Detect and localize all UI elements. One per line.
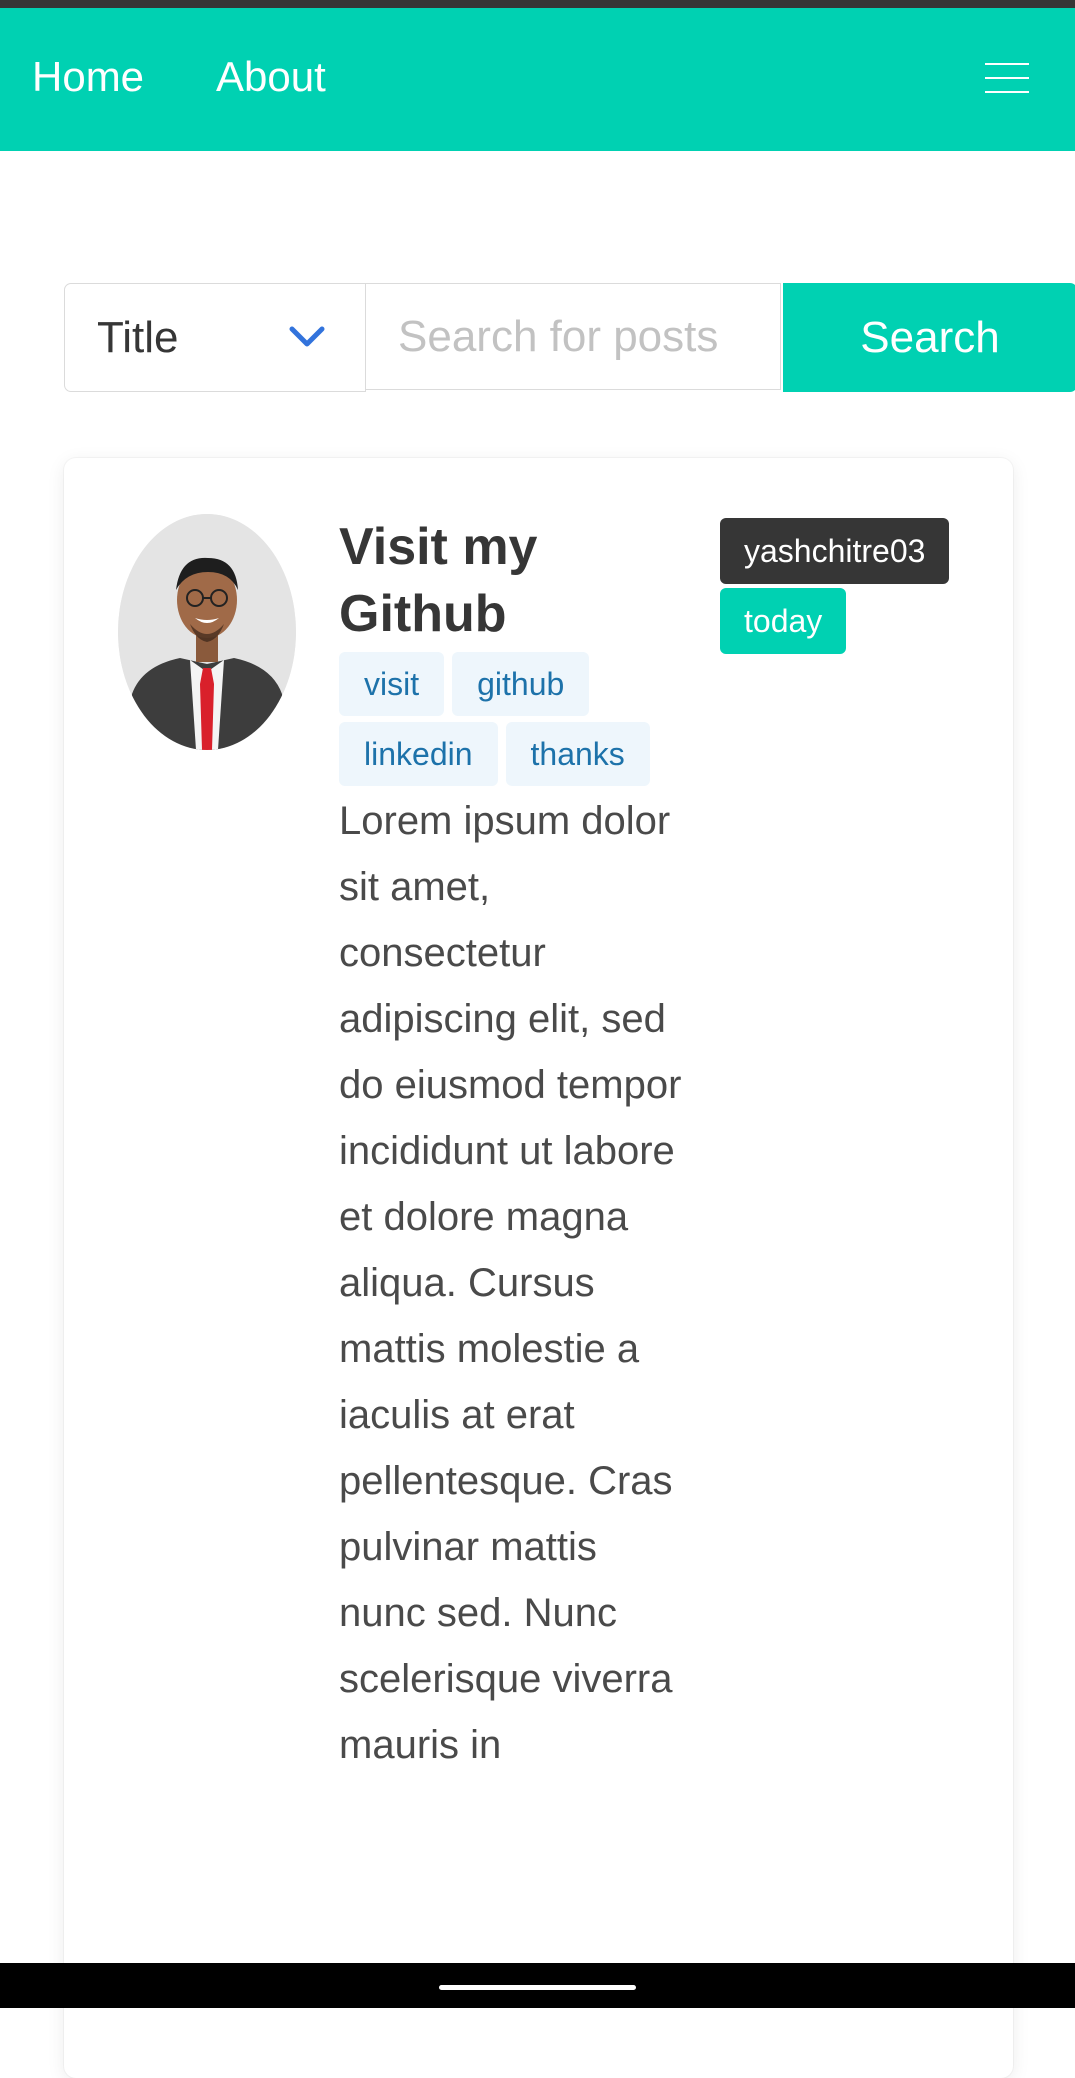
nav-about-link[interactable]: About xyxy=(216,56,326,98)
search-field-select-value: Title xyxy=(97,313,179,362)
author-photo xyxy=(118,514,296,750)
system-navigation-bar xyxy=(0,1963,1075,2008)
navbar: Home About xyxy=(0,8,1075,151)
date-badge: today xyxy=(720,588,847,654)
post-body: Lorem ipsum dolor sit amet, consectetur … xyxy=(339,799,682,1767)
tag-visit[interactable]: visit xyxy=(339,652,445,716)
post-tags: visit github linkedin thanks xyxy=(339,652,679,792)
author-avatar xyxy=(118,514,296,750)
nav-home-link[interactable]: Home xyxy=(32,56,144,98)
tag-github[interactable]: github xyxy=(452,652,590,716)
tag-linkedin[interactable]: linkedin xyxy=(339,722,498,786)
search-bar: Title Search xyxy=(64,283,1075,392)
chevron-down-icon xyxy=(289,326,325,347)
author-badge: yashchitre03 xyxy=(720,518,950,584)
status-bar xyxy=(0,0,1075,8)
home-indicator[interactable] xyxy=(439,1985,636,1990)
post-title[interactable]: Visit my Github xyxy=(339,514,669,648)
tag-thanks[interactable]: thanks xyxy=(505,722,650,786)
search-button[interactable]: Search xyxy=(783,283,1075,392)
hamburger-menu-icon[interactable] xyxy=(985,63,1029,99)
search-input[interactable] xyxy=(365,283,781,390)
post-card: Visit my Github visit github linkedin than… xyxy=(64,458,1013,2078)
search-field-select[interactable]: Title xyxy=(64,283,366,392)
